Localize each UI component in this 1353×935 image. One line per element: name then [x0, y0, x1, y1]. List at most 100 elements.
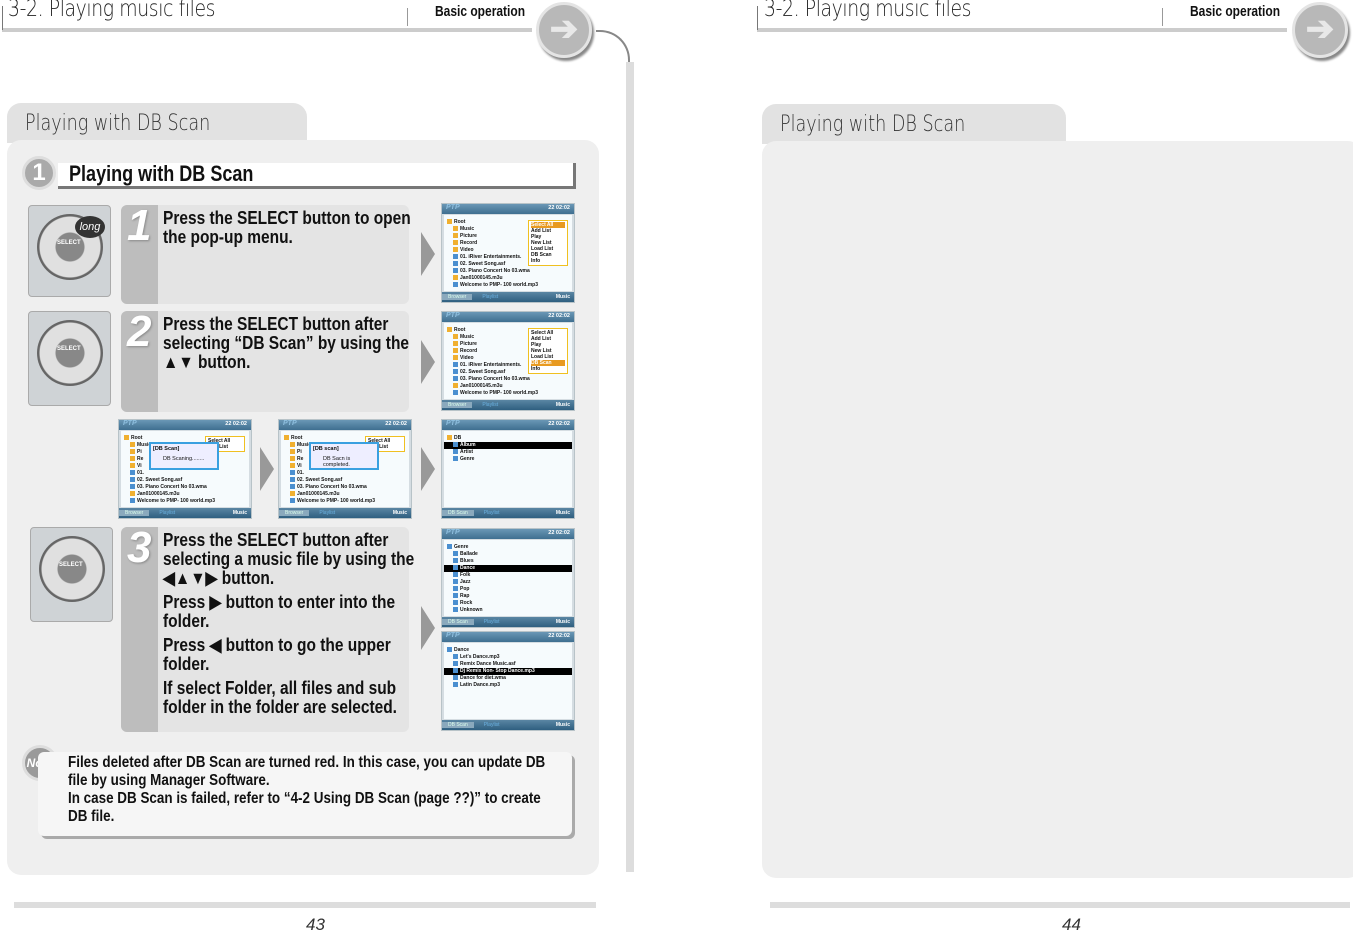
folder-icon	[453, 226, 458, 231]
status-bar: 22 02:02	[548, 205, 570, 211]
list-item[interactable]: Dance	[444, 647, 572, 654]
step-text: Press the SELECT button to open the pop-…	[163, 208, 411, 247]
section-label: Basic operation	[1190, 3, 1281, 20]
music-file-icon	[453, 682, 458, 687]
status-bar: 22 02:02	[225, 421, 247, 427]
list-item[interactable]: 03. Piano Concert No 03.wma	[121, 484, 249, 491]
tab-music[interactable]: Music	[556, 720, 570, 730]
header-title: 3-2. Playing music files	[8, 0, 216, 22]
list-item[interactable]: Jan01000145.m3u	[281, 491, 409, 498]
step-1: 1 Press the SELECT button to open the pop…	[121, 201, 411, 304]
step-2: 2 Press the SELECT button after selecting…	[121, 307, 409, 412]
page-number: 44	[1062, 915, 1081, 934]
folder-icon	[124, 435, 129, 440]
folder-icon	[290, 456, 295, 461]
tab-music[interactable]: Music	[556, 400, 570, 410]
status-bar: 22 02:02	[548, 421, 570, 427]
list-item[interactable]: Welcome to PMP- 100 world.mp3	[281, 498, 409, 505]
list-item[interactable]: 03. Piano Concert No 03.wma	[444, 376, 572, 383]
popup-menu: Select All Add List Play New List Load List D…	[528, 328, 568, 374]
list-item[interactable]: DB	[444, 435, 572, 442]
tab-playlist[interactable]: Playlist	[474, 510, 510, 516]
list-item[interactable]: Unknown	[444, 607, 572, 614]
music-file-icon	[447, 544, 452, 549]
list-item[interactable]: Ballade	[444, 551, 572, 558]
step-text: Press the SELECT button after selecting …	[163, 314, 410, 372]
tab-browser[interactable]: DB Scan	[442, 619, 474, 625]
list-item[interactable]: Welcome to PMP- 100 world.mp3	[121, 498, 249, 505]
list-item[interactable]: 02. Sweet Song.asf	[121, 477, 249, 484]
page-number: 43	[306, 915, 325, 934]
control-wheel-icon	[37, 320, 103, 386]
tab-music[interactable]: Music	[556, 508, 570, 518]
folder-icon	[453, 355, 458, 360]
list-item[interactable]: Album	[444, 442, 572, 449]
tab-music[interactable]: Music	[393, 508, 407, 518]
header-title: 3-2. Playing music files	[764, 0, 972, 22]
list-item[interactable]: Pop	[444, 586, 572, 593]
tab-browser[interactable]: Browser	[119, 510, 150, 516]
tab-playlist[interactable]: Playlist	[474, 722, 510, 728]
arrow-icon	[260, 447, 274, 491]
list-item[interactable]: Folk	[444, 572, 572, 579]
tab-browser[interactable]: Browser	[442, 294, 473, 300]
list-item[interactable]: Artist	[444, 449, 572, 456]
list-item[interactable]: Genre	[444, 544, 572, 551]
tab-browser[interactable]: DB Scan	[442, 722, 474, 728]
list-item[interactable]: 01.	[121, 470, 249, 477]
list-item[interactable]: Jan01000145.m3u	[444, 275, 572, 282]
tab-playlist[interactable]: Playlist	[474, 619, 510, 625]
list-item[interactable]: Jan01000145.m3u	[121, 491, 249, 498]
folder-icon	[130, 456, 135, 461]
step-text: Press the SELECT button after selecting …	[163, 530, 415, 588]
arrow-icon	[421, 606, 435, 650]
list-item[interactable]: Jazz	[444, 579, 572, 586]
list-item[interactable]: 03. Piano Concert No 03.wma	[281, 484, 409, 491]
folder-icon	[453, 240, 458, 245]
music-file-icon	[453, 369, 458, 374]
tab-browser[interactable]: Browser	[279, 510, 310, 516]
list-item[interactable]: 03. Piano Concert No 03.wma	[444, 268, 572, 275]
tab-playlist[interactable]: Playlist	[472, 294, 508, 300]
list-item[interactable]: Remix Dance Music.asf	[444, 661, 572, 668]
list-item[interactable]: Jan01000145.m3u	[444, 383, 572, 390]
status-bar: 22 02:02	[548, 530, 570, 536]
folder-icon	[290, 442, 295, 447]
popup-menu-item[interactable]: Info	[531, 366, 565, 372]
list-item[interactable]: Latin Dance.mp3	[444, 682, 572, 689]
logo: PTP	[283, 420, 297, 427]
list-item[interactable]: Welcome to PMP- 100 world.mp3	[444, 390, 572, 397]
select-button-illustration: SELECT	[28, 311, 111, 406]
list-item[interactable]: 01.	[281, 470, 409, 477]
tab-browser[interactable]: DB Scan	[442, 510, 474, 516]
music-file-icon	[453, 572, 458, 577]
list-item[interactable]: 02. Sweet Song.asf	[281, 477, 409, 484]
list-item[interactable]: Blues	[444, 558, 572, 565]
list-item[interactable]: Dance	[444, 565, 572, 572]
tab-music[interactable]: Music	[556, 292, 570, 302]
list-item[interactable]: Genre	[444, 456, 572, 463]
popup-menu-item[interactable]: Info	[531, 258, 565, 264]
tab-browser[interactable]: Browser	[442, 402, 473, 408]
tab-music[interactable]: Music	[556, 617, 570, 627]
music-file-icon	[453, 261, 458, 266]
folder-icon	[130, 463, 135, 468]
arrow-icon	[421, 447, 435, 491]
dialog: [DB Scan] DB Scaning........	[149, 442, 219, 470]
tab-playlist[interactable]: Playlist	[149, 510, 185, 516]
music-file-icon	[130, 498, 135, 503]
tab-music[interactable]: Music	[233, 508, 247, 518]
step-text: If select Folder, all files and sub fold…	[163, 678, 397, 717]
list-item[interactable]: Welcome to PMP- 100 world.mp3	[444, 282, 572, 289]
header-rule	[2, 28, 532, 32]
note-box: Files deleted after DB Scan are turned r…	[38, 752, 572, 836]
list-item[interactable]: Let's Dance.mp3	[444, 654, 572, 661]
list-item[interactable]: Dj Remix Non- Stop Dance.mp3	[444, 668, 572, 675]
list-item[interactable]: Rock	[444, 600, 572, 607]
tab-playlist[interactable]: Playlist	[472, 402, 508, 408]
tab-header: Playing with DB Scan	[762, 104, 1066, 144]
list-item[interactable]: Rap	[444, 593, 572, 600]
tab-playlist[interactable]: Playlist	[309, 510, 345, 516]
list-item[interactable]: Dance for diet.wma	[444, 675, 572, 682]
music-file-icon	[130, 477, 135, 482]
